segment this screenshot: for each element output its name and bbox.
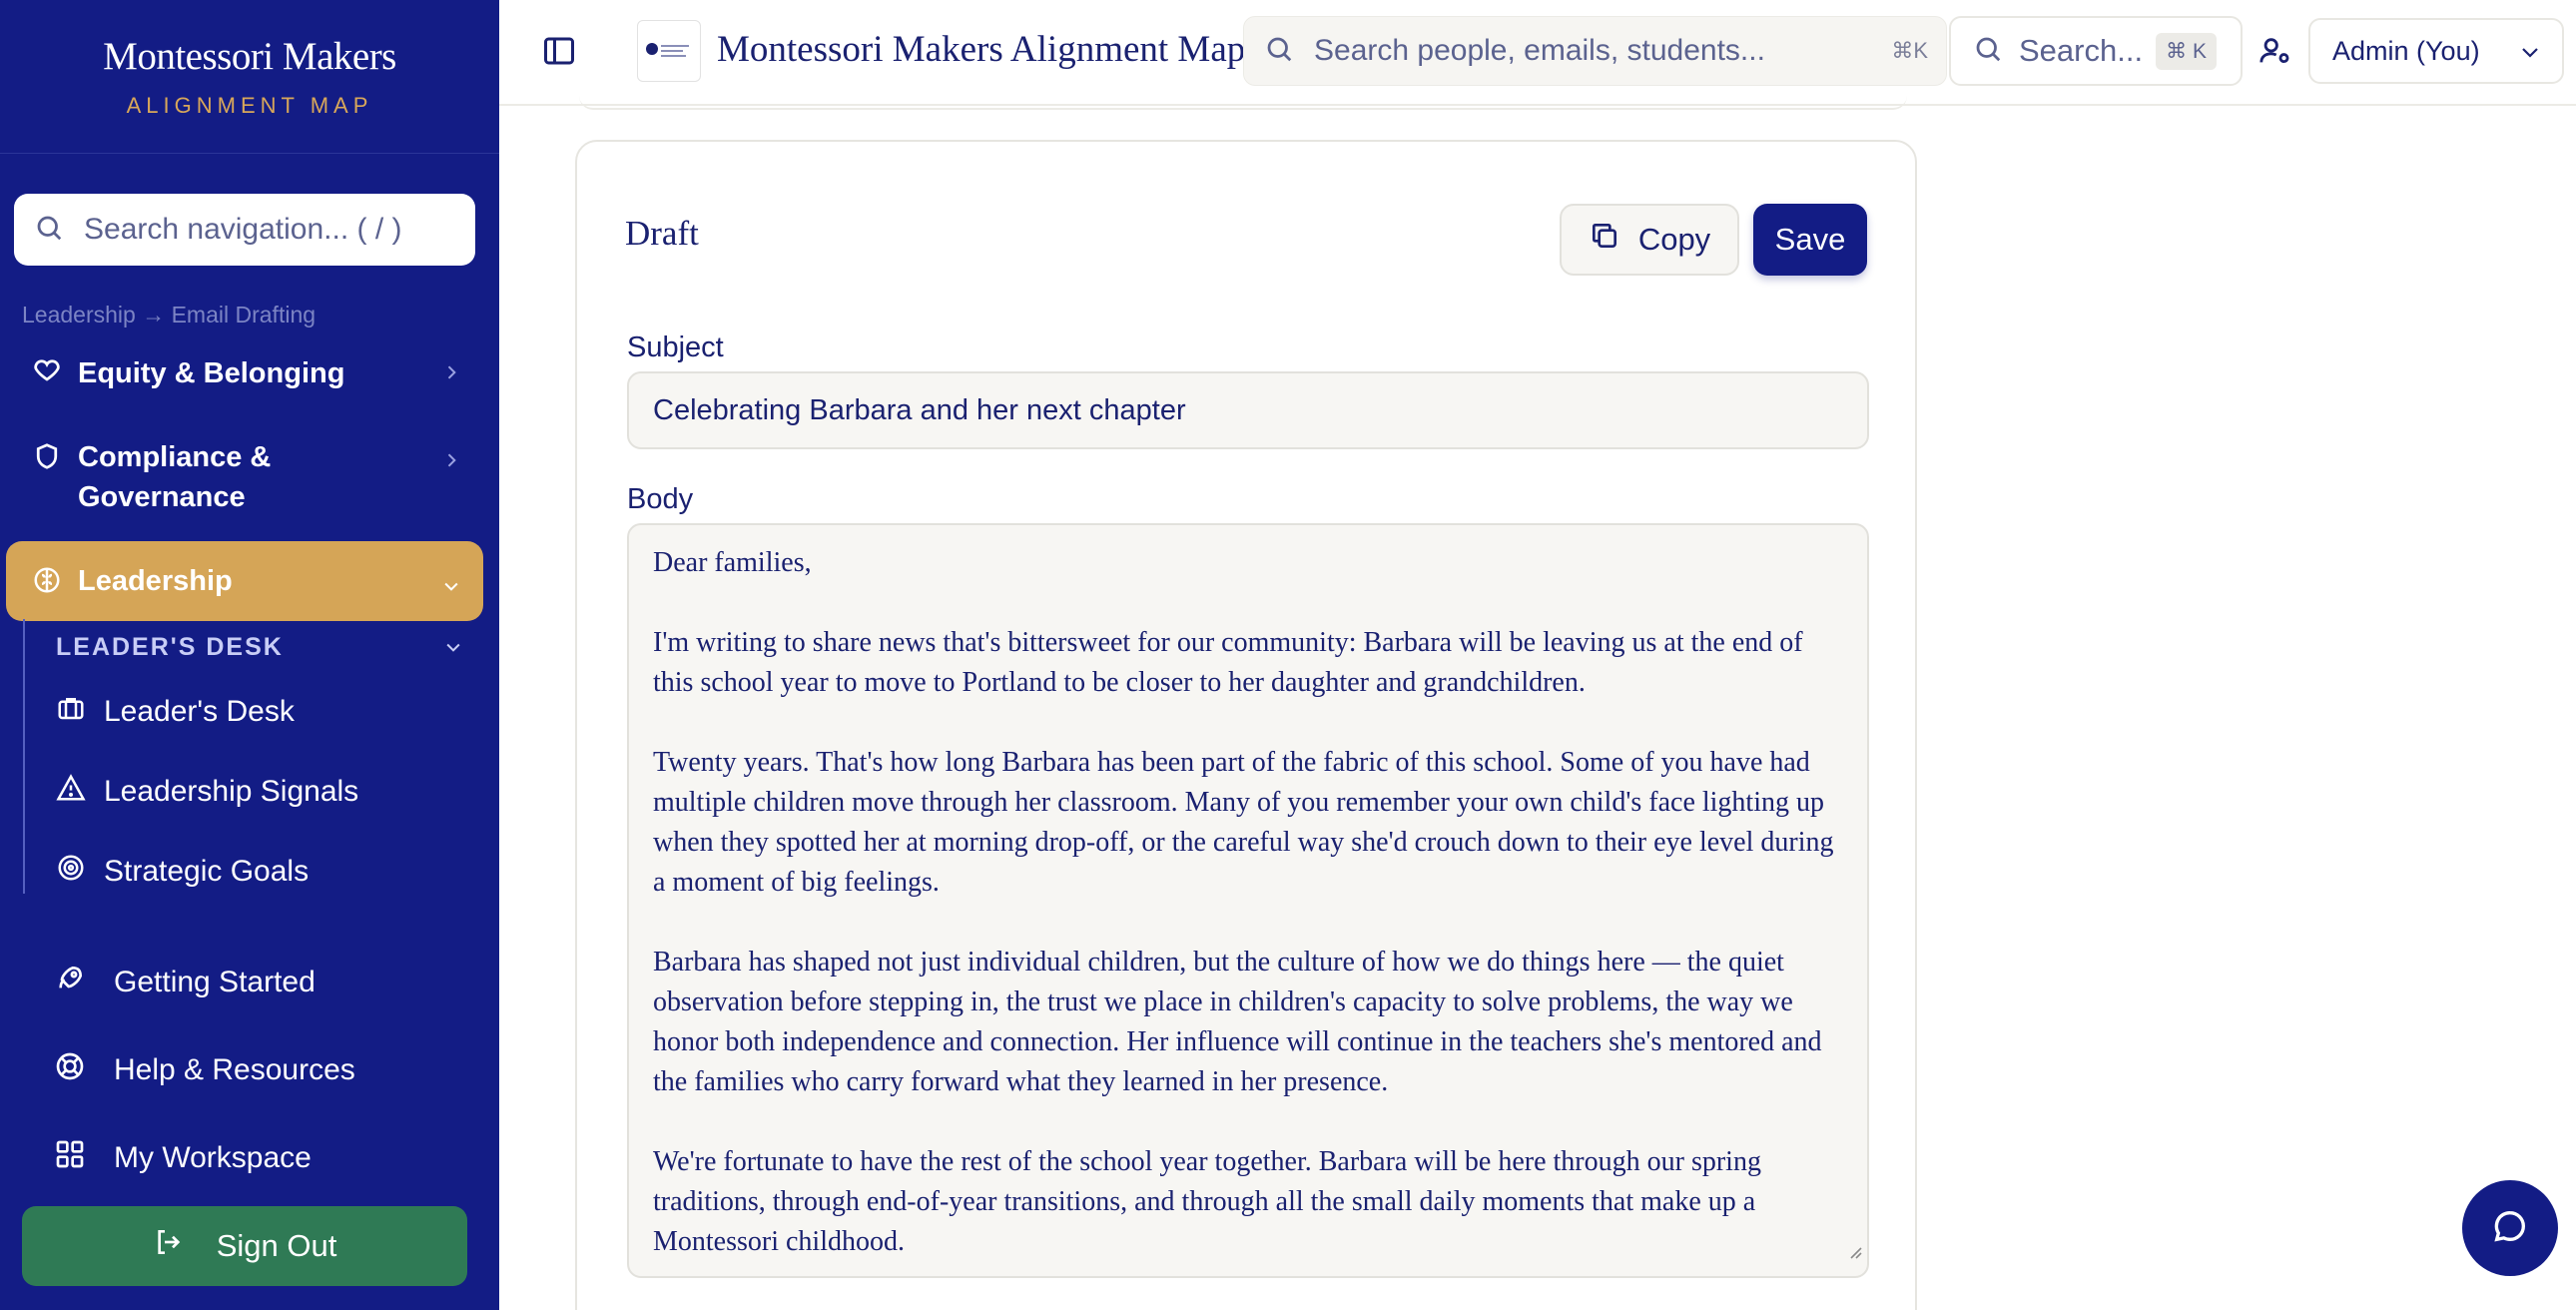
search-icon [1264, 34, 1294, 69]
body-label: Body [627, 483, 694, 515]
sidebar-item-workspace[interactable]: My Workspace [54, 1138, 312, 1178]
user-select[interactable]: Admin (You) [2308, 18, 2564, 84]
copy-label: Copy [1637, 222, 1711, 257]
sidebar-item-label-line2: Governance [78, 481, 246, 513]
rocket-icon [54, 963, 86, 1002]
quick-search-label: Search... [2019, 33, 2144, 68]
body-textarea[interactable]: Dear families, I'm writing to share news… [627, 523, 1869, 1278]
app-logo [637, 20, 701, 82]
draft-card: Draft Copy Save Subject Body Dear famili… [575, 140, 1917, 1310]
section-leaders-desk[interactable]: LEADER'S DESK [56, 633, 284, 662]
draft-title: Draft [625, 214, 699, 253]
save-button[interactable]: Save [1753, 204, 1867, 276]
search-icon [1973, 34, 2003, 69]
nav-search-input[interactable]: Search navigation... ( / ) [14, 194, 475, 266]
chevron-down-icon [441, 571, 461, 604]
user-select-value: Admin (You) [2332, 35, 2480, 66]
brand: Montessori Makers ALIGNMENT MAP [0, 0, 499, 154]
sidebar-item-label: Compliance & [78, 441, 272, 473]
sidebar: Montessori Makers ALIGNMENT MAP Search n… [0, 0, 499, 1310]
breadcrumb: Leadership → Email Drafting [22, 302, 317, 328]
briefcase-icon [56, 693, 86, 731]
sidebar-item-label: Strategic Goals [104, 855, 310, 888]
search-icon [34, 213, 64, 248]
sign-out-label: Sign Out [216, 1228, 337, 1263]
brain-icon [32, 565, 62, 603]
sidebar-item-label: Equity & Belonging [78, 357, 345, 389]
quick-search-button[interactable]: Search... ⌘ K [1949, 16, 2243, 86]
global-search-placeholder: Search people, emails, students... [1314, 34, 1765, 67]
shortcut-hint: ⌘K [1891, 38, 1928, 63]
sidebar-item-help[interactable]: Help & Resources [54, 1050, 355, 1090]
chat-icon [2490, 1206, 2530, 1251]
sidebar-item-strategic-goals[interactable]: Strategic Goals [56, 853, 309, 891]
copy-button[interactable]: Copy [1560, 204, 1739, 276]
panel-toggle-icon[interactable] [541, 33, 577, 74]
sidebar-item-label: Leader's Desk [104, 695, 295, 728]
tree-line [23, 619, 25, 894]
sidebar-item-leadership-signals[interactable]: Leadership Signals [56, 773, 358, 811]
grid-icon [54, 1138, 86, 1178]
subject-input[interactable] [627, 371, 1869, 449]
sidebar-item-leadership[interactable]: Leadership [6, 541, 483, 621]
chevron-right-icon [441, 357, 461, 390]
shield-icon [32, 441, 62, 479]
sidebar-item-label: Leadership Signals [104, 775, 359, 808]
body-paragraph: I'm writing to share news that's bitters… [653, 627, 1803, 698]
nav-search-placeholder: Search navigation... ( / ) [84, 213, 402, 246]
lifebuoy-icon [54, 1050, 86, 1090]
sidebar-item-label: Getting Started [114, 966, 316, 998]
app-title: Montessori Makers Alignment Map [717, 29, 1246, 70]
body-paragraph: We're fortunate to have the rest of the … [653, 1146, 1761, 1257]
chevron-down-icon[interactable] [443, 637, 463, 662]
chat-button[interactable] [2462, 1180, 2558, 1276]
sidebar-item-label: Help & Resources [114, 1053, 355, 1086]
body-paragraph: Barbara has shaped not just individual c… [653, 947, 1822, 1097]
sidebar-item-equity[interactable]: Equity & Belonging [6, 353, 483, 393]
sign-out-button[interactable]: Sign Out [22, 1206, 467, 1286]
sidebar-item-label: My Workspace [114, 1141, 312, 1174]
warning-icon [56, 773, 86, 811]
previous-card-edge [579, 96, 1907, 110]
shortcut-badge: ⌘ K [2156, 32, 2217, 70]
body-paragraph: Twenty years. That's how long Barbara ha… [653, 747, 1834, 898]
resize-handle-icon[interactable] [1845, 1232, 1863, 1272]
sidebar-item-compliance[interactable]: Compliance & Governance [6, 437, 483, 517]
topbar: Montessori Makers Alignment Map Search p… [499, 0, 2576, 106]
target-icon [56, 853, 86, 891]
heart-icon [32, 354, 62, 392]
subject-label: Subject [627, 331, 724, 363]
logout-icon [153, 1226, 185, 1266]
chevron-down-icon [2518, 40, 2542, 71]
sidebar-item-leaders-desk[interactable]: Leader's Desk [56, 693, 295, 731]
logo-icon [646, 43, 689, 57]
brand-subtitle: ALIGNMENT MAP [126, 93, 373, 118]
sidebar-item-label: Leadership [78, 565, 233, 597]
brand-title: Montessori Makers [103, 35, 396, 78]
user-settings-icon[interactable] [2258, 34, 2292, 73]
copy-icon [1589, 220, 1620, 260]
global-search-input[interactable]: Search people, emails, students... ⌘K [1243, 16, 1947, 86]
sidebar-item-getting-started[interactable]: Getting Started [54, 963, 316, 1002]
body-paragraph: Dear families, [653, 547, 812, 578]
chevron-right-icon [441, 445, 461, 478]
